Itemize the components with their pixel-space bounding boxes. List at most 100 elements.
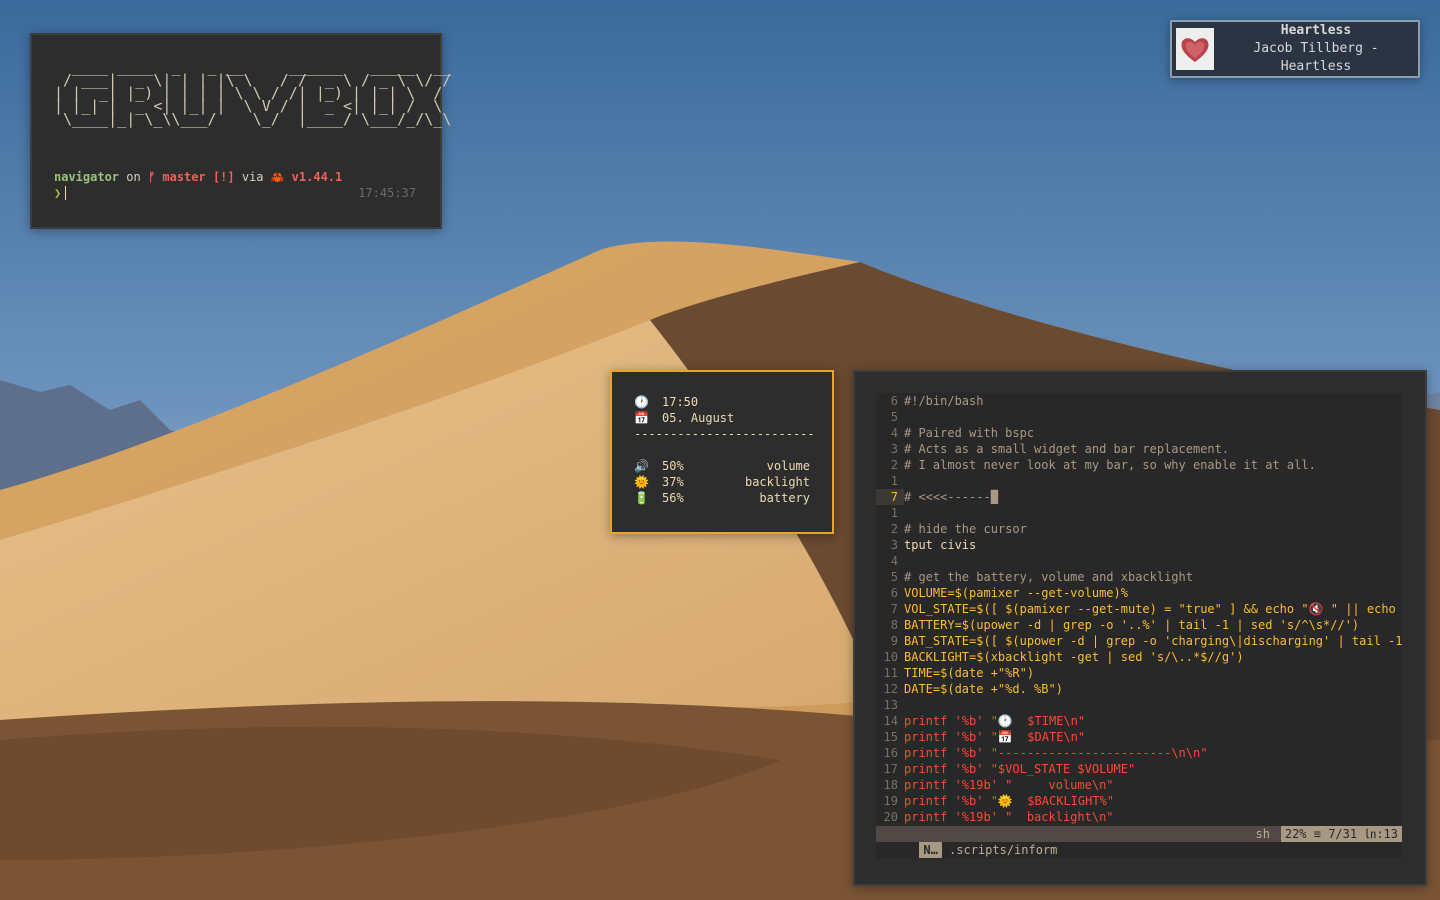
filetype: sh: [1255, 827, 1270, 841]
code-line[interactable]: 12 DATE=$(date +"%d. %B"): [876, 681, 1402, 697]
music-notification[interactable]: Heartless Jacob Tillberg - Heartless: [1170, 20, 1420, 78]
code-line[interactable]: 14 printf '%b' "🕐 $TIME\n": [876, 713, 1402, 729]
prompt-time: 17:45:37: [358, 186, 416, 200]
artist-line-2: Heartless: [1280, 59, 1352, 74]
album-cover: [1176, 28, 1214, 70]
code-line[interactable]: 4 # Paired with bspc: [876, 425, 1402, 441]
speaker-icon: 🔊: [634, 459, 649, 473]
inform-widget: 🕐 17:50 📅 05. August ---------------------…: [610, 370, 834, 534]
code-line[interactable]: 5 # get the battery, volume and xbackligh…: [876, 569, 1402, 585]
line-number: 3: [890, 538, 898, 552]
time-row: 🕐 17:50: [634, 394, 810, 410]
code-line[interactable]: 18 printf '%19b' " volume\n": [876, 777, 1402, 793]
line-text: BACKLIGHT=$(xbacklight -get | sed 's/\..…: [904, 650, 1244, 664]
vim-mode: N…: [919, 842, 942, 858]
code-line[interactable]: 9 BAT_STATE=$([ $(upower -d | grep -o 'ch…: [876, 633, 1402, 649]
prompt-directory: navigator: [54, 170, 120, 184]
line-number: 1: [890, 474, 898, 488]
gruvbox-ascii-art: ____ ____ _ _ __ ______ _____ __ / ___| …: [54, 58, 452, 128]
line-number: 13: [883, 698, 898, 712]
code-buffer[interactable]: 6 #!/bin/bash 5 4 # Paired with bspc 3 # Acts …: [876, 393, 1402, 859]
battery-icon: 🔋: [634, 491, 649, 505]
separator: -------------------------: [634, 427, 815, 441]
line-number: 5: [890, 410, 898, 424]
shell-prompt: navigator on ᚠ master [!] via 🦀 v1.44.1: [54, 169, 342, 186]
code-line[interactable]: 11 TIME=$(date +"%R"): [876, 665, 1402, 681]
rust-icon: 🦀: [270, 171, 285, 184]
line-text: printf '%b' "🕐 $TIME\n": [904, 714, 1086, 728]
date-value: 05. August: [662, 411, 735, 425]
line-number: 19: [883, 794, 898, 808]
battery-label: battery: [759, 491, 810, 505]
code-line[interactable]: 10 BACKLIGHT=$(xbacklight -get | sed 's/\…: [876, 649, 1402, 665]
line-number: 1: [890, 506, 898, 520]
line-number: 9: [890, 634, 898, 648]
line-number: 18: [883, 778, 898, 792]
volume-label: volume: [766, 459, 810, 473]
code-line[interactable]: 8 BATTERY=$(upower -d | grep -o '..%' | t…: [876, 617, 1402, 633]
line-text: # get the battery, volume and xbacklight: [904, 570, 1193, 584]
artist-line-1: Jacob Tillberg -: [1253, 41, 1379, 56]
battery-row: 🔋 56% battery: [634, 490, 810, 506]
line-number: 6: [890, 394, 898, 408]
line-number: 5: [890, 570, 898, 584]
code-line[interactable]: 2 # I almost never look at my bar, so why…: [876, 457, 1402, 473]
line-number: 2: [890, 458, 898, 472]
code-line[interactable]: 6 #!/bin/bash: [876, 393, 1402, 409]
code-line[interactable]: 7 # <<<<------█: [876, 489, 1402, 505]
line-text: printf '%b' "------------------------\n\…: [904, 746, 1208, 760]
prompt-on-text: on: [119, 170, 148, 184]
code-line[interactable]: 2 # hide the cursor: [876, 521, 1402, 537]
battery-value: 56%: [662, 491, 684, 505]
prompt-input-line[interactable]: ❯: [54, 185, 67, 201]
line-number: 20: [883, 810, 898, 824]
vim-statusline: N… .scripts/inform sh 22% ≡ 7/31 ㏑:13: [876, 826, 1402, 858]
line-text: DATE=$(date +"%d. %B"): [904, 682, 1063, 696]
code-line[interactable]: 4: [876, 553, 1402, 569]
line-text: BAT_STATE=$([ $(upower -d | grep -o 'cha…: [904, 634, 1402, 648]
clock-icon: 🕐: [634, 395, 649, 409]
code-line[interactable]: 3 tput civis: [876, 537, 1402, 553]
code-line[interactable]: 16 printf '%b' "------------------------\…: [876, 745, 1402, 761]
prompt-rust-version: v1.44.1: [284, 170, 343, 184]
prompt-branch: master: [155, 170, 213, 184]
line-number: 3: [890, 442, 898, 456]
code-line[interactable]: 20 printf '%19b' " backlight\n": [876, 809, 1402, 825]
line-number: 17: [883, 762, 898, 776]
line-text: tput civis: [904, 538, 977, 552]
code-line[interactable]: 7 VOL_STATE=$([ $(pamixer --get-mute) = "…: [876, 601, 1402, 617]
line-number: 14: [883, 714, 898, 728]
line-text: printf '%b' "$VOL_STATE $VOLUME": [904, 762, 1136, 776]
line-number: 4: [890, 426, 898, 440]
track-info: Heartless Jacob Tillberg - Heartless: [1218, 22, 1414, 76]
line-text: VOLUME=$(pamixer --get-volume)%: [904, 586, 1128, 600]
code-line[interactable]: 6 VOLUME=$(pamixer --get-volume)%: [876, 585, 1402, 601]
prompt-char: ❯: [54, 186, 62, 200]
backlight-value: 37%: [662, 475, 684, 489]
line-text: # I almost never look at my bar, so why …: [904, 458, 1316, 472]
code-line[interactable]: 3 # Acts as a small widget and bar replac…: [876, 441, 1402, 457]
code-line[interactable]: 5: [876, 409, 1402, 425]
line-text: # <<<<------█: [904, 490, 998, 504]
line-text: printf '%b' "📅 $DATE\n": [904, 730, 1086, 744]
song-title: Heartless: [1280, 23, 1352, 38]
code-line[interactable]: 13: [876, 697, 1402, 713]
line-text: #!/bin/bash: [904, 394, 984, 408]
line-number: 16: [883, 746, 898, 760]
cursor-position: 22% ≡ 7/31 ㏑:13: [1280, 826, 1402, 842]
line-text: TIME=$(date +"%R"): [904, 666, 1035, 680]
code-line[interactable]: 19 printf '%b' "🌞 $BACKLIGHT%": [876, 793, 1402, 809]
text-cursor: [65, 186, 67, 200]
code-line[interactable]: 15 printf '%b' "📅 $DATE\n": [876, 729, 1402, 745]
editor-window[interactable]: 6 #!/bin/bash 5 4 # Paired with bspc 3 # Acts …: [853, 370, 1427, 886]
line-number: 4: [890, 554, 898, 568]
code-line[interactable]: 1: [876, 505, 1402, 521]
line-number: 11: [883, 666, 898, 680]
line-text: VOL_STATE=$([ $(pamixer --get-mute) = "t…: [904, 602, 1402, 616]
line-text: BATTERY=$(upower -d | grep -o '..%' | ta…: [904, 618, 1360, 632]
terminal-window[interactable]: ____ ____ _ _ __ ______ _____ __ / ___| …: [30, 33, 451, 229]
code-line[interactable]: 1: [876, 473, 1402, 489]
line-text: printf '%19b' " volume\n": [904, 778, 1114, 792]
line-number: 10: [883, 650, 898, 664]
code-line[interactable]: 17 printf '%b' "$VOL_STATE $VOLUME": [876, 761, 1402, 777]
